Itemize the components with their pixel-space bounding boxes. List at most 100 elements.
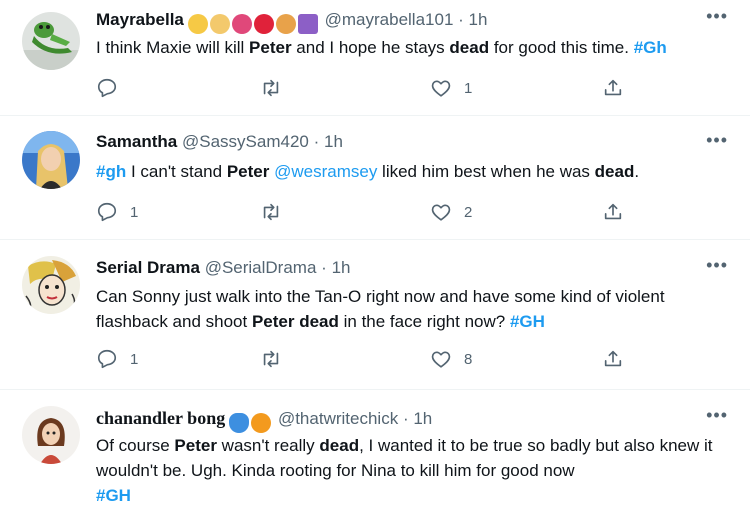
text-bold: dead [594, 162, 635, 181]
user-handle[interactable]: @thatwritechick [278, 409, 398, 428]
more-options-icon[interactable]: ••• [706, 405, 728, 426]
name-emojis [187, 11, 320, 35]
share-icon [604, 203, 622, 220]
orange-heart-icon [251, 412, 272, 433]
text-segment: and I hope he stays [291, 38, 450, 57]
reply-button[interactable] [96, 76, 130, 100]
name-emojis [229, 410, 273, 434]
red-heart-icon [253, 13, 274, 34]
tweet-text: Of course Peter wasn't really dead, I wa… [96, 433, 724, 508]
text-segment: . [634, 162, 640, 181]
person-laptop-icon [209, 13, 230, 34]
more-options-icon[interactable]: ••• [706, 6, 728, 27]
text-segment: I think Maxie will kill [96, 38, 250, 57]
hashtag-link[interactable]: #Gh [634, 38, 667, 57]
like-count: 2 [464, 203, 473, 221]
avatar[interactable] [22, 256, 80, 314]
tweet[interactable]: Serial Drama @SerialDrama · 1h ••• Can S… [0, 240, 750, 390]
tweet-text: Can Sonny just walk into the Tan-O right… [96, 284, 724, 334]
like-count: 8 [464, 350, 473, 368]
tweet-header: chanandler bong @thatwritechick · 1h [96, 406, 722, 433]
like-button[interactable]: 2 [430, 200, 472, 224]
hashtag-link[interactable]: #gh [96, 162, 126, 181]
separator-dot: · [458, 10, 464, 29]
text-bold: dead [319, 436, 360, 455]
share-icon [604, 350, 622, 367]
separator-dot: · [321, 258, 327, 277]
display-name[interactable]: Mayrabella [96, 10, 184, 29]
like-button[interactable]: 8 [430, 347, 472, 371]
separator-dot: · [313, 132, 320, 151]
action-bar: 1 [96, 76, 636, 100]
reply-count: 1 [130, 203, 139, 221]
share-button[interactable] [602, 76, 624, 100]
more-options-icon[interactable]: ••• [706, 130, 728, 151]
action-bar: 1 8 [96, 347, 636, 371]
retweet-button[interactable] [260, 347, 294, 371]
timestamp[interactable]: 1h [469, 10, 488, 29]
tweet-header: Mayrabella @mayrabella101 · 1h [96, 8, 722, 35]
text-bold: Peter dead [251, 312, 339, 331]
avatar[interactable] [22, 406, 80, 464]
tweet[interactable]: Samantha @SassySam420 · 1h ••• #gh I can… [0, 116, 750, 240]
text-segment: Of course [96, 436, 175, 455]
text-segment: for good this time. [489, 38, 634, 57]
reply-button[interactable]: 1 [96, 347, 138, 371]
tweet-header: Serial Drama @SerialDrama · 1h [96, 256, 722, 280]
weightlifter-icon [275, 13, 296, 34]
retweet-icon [263, 203, 279, 221]
retweet-icon [263, 79, 279, 97]
heart-icon [431, 204, 451, 221]
user-handle[interactable]: @mayrabella101 [325, 10, 454, 29]
dancer-icon [231, 13, 252, 34]
more-options-icon[interactable]: ••• [706, 255, 728, 276]
tweet-text: I think Maxie will kill Peter and I hope… [96, 35, 724, 60]
like-count: 1 [464, 79, 473, 97]
display-name[interactable]: Serial Drama [96, 258, 200, 277]
retweet-button[interactable] [260, 200, 294, 224]
text-segment: I can't stand [126, 162, 227, 181]
timestamp[interactable]: 1h [332, 258, 351, 277]
share-button[interactable] [602, 347, 624, 371]
reply-button[interactable]: 1 [96, 200, 138, 224]
text-segment: in the face right now? [338, 312, 510, 331]
hashtag-link[interactable]: #GH [96, 486, 131, 505]
text-bold: Peter [249, 38, 292, 57]
separator-dot: · [402, 409, 409, 428]
share-button[interactable] [602, 200, 624, 224]
tweet[interactable]: Mayrabella @mayrabella101 · 1h ••• I thi… [0, 0, 750, 116]
text-bold: dead [449, 38, 490, 57]
avatar[interactable] [22, 12, 80, 70]
reply-icon [97, 202, 117, 222]
tweet-header: Samantha @SassySam420 · 1h [96, 130, 722, 154]
display-name[interactable]: chanandler bong [96, 408, 225, 428]
hashtag-link[interactable]: #GH [510, 312, 545, 331]
reply-count: 1 [130, 350, 139, 368]
heart-icon [431, 80, 451, 97]
text-segment: wasn't really [216, 436, 320, 455]
tweet[interactable]: chanandler bong @thatwritechick · 1h •••… [0, 390, 750, 513]
mask-face-icon [187, 13, 208, 34]
blue-butterfly-icon [229, 412, 250, 433]
mention-link[interactable]: @wesramsey [274, 162, 377, 181]
reply-icon [97, 349, 117, 369]
heart-icon [431, 351, 451, 368]
user-handle[interactable]: @SerialDrama [205, 258, 317, 277]
tweet-feed: Mayrabella @mayrabella101 · 1h ••• I thi… [0, 0, 750, 513]
text-bold: Peter [226, 162, 270, 181]
text-bold: Peter [174, 436, 217, 455]
retweet-button[interactable] [260, 76, 294, 100]
user-handle[interactable]: @SassySam420 [182, 132, 309, 151]
display-name[interactable]: Samantha [96, 132, 177, 151]
tweet-text: #gh I can't stand Peter @wesramsey liked… [96, 159, 724, 184]
virgo-sign-icon [297, 13, 318, 34]
retweet-icon [263, 350, 279, 368]
like-button[interactable]: 1 [430, 76, 472, 100]
text-segment: liked him best when he was [377, 162, 595, 181]
timestamp[interactable]: 1h [324, 132, 343, 151]
action-bar: 1 2 [96, 200, 636, 224]
share-icon [604, 79, 622, 96]
reply-icon [97, 78, 117, 98]
timestamp[interactable]: 1h [413, 409, 432, 428]
avatar[interactable] [22, 131, 80, 189]
